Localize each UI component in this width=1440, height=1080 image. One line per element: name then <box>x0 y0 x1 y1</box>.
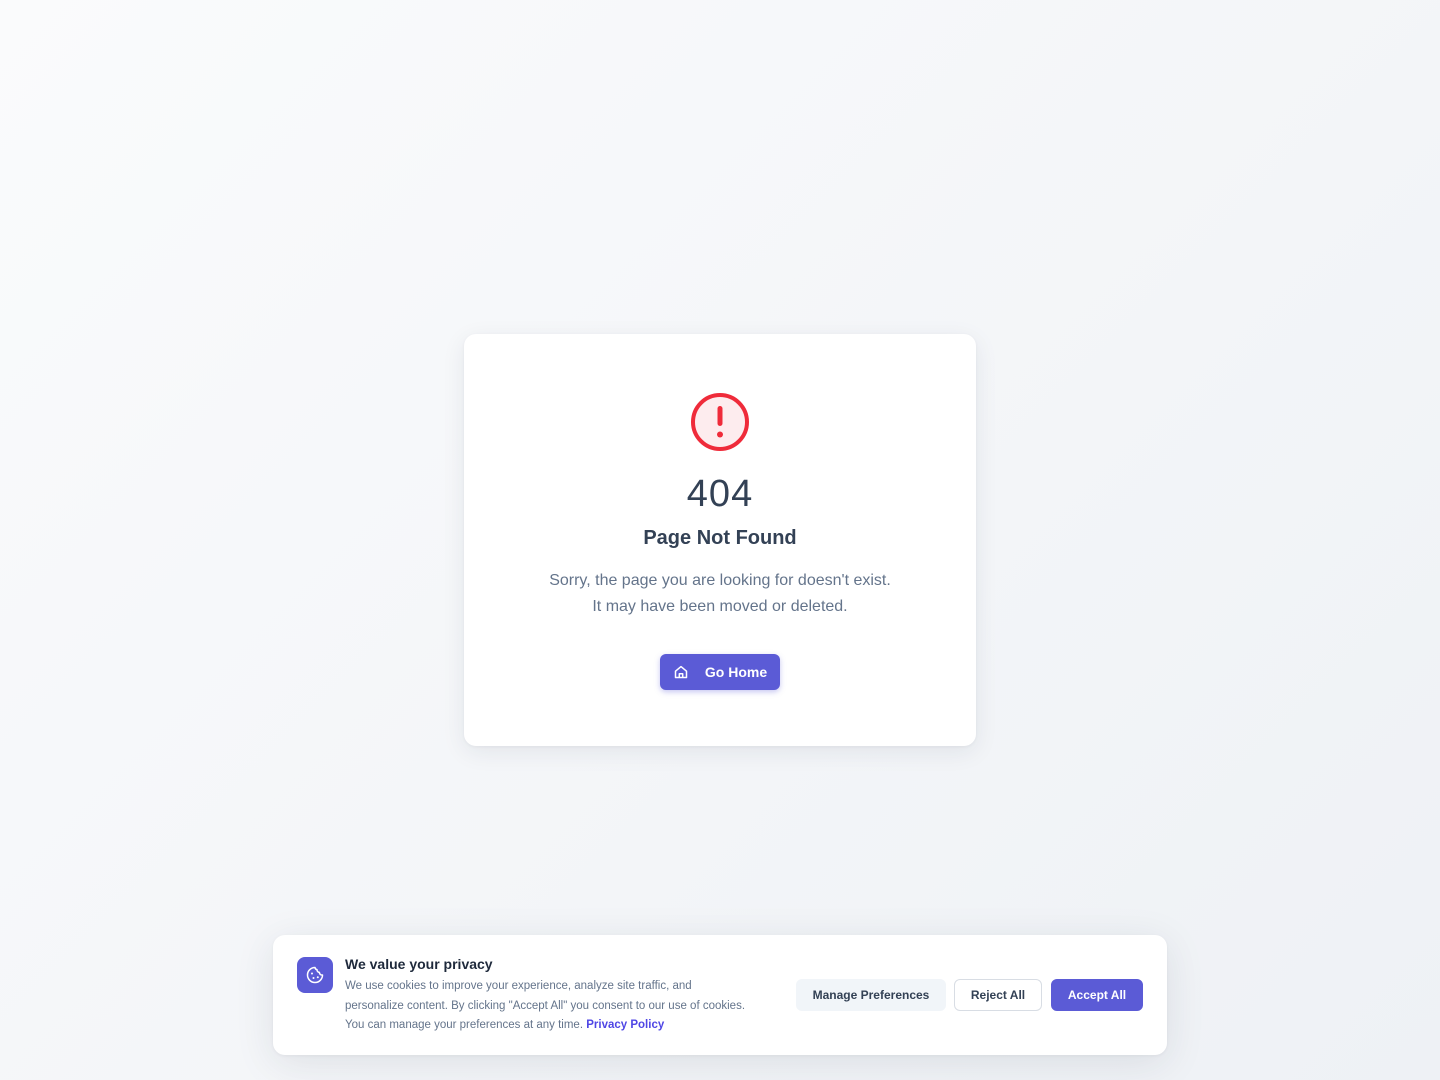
cookie-title: We value your privacy <box>345 956 493 972</box>
accept-all-button[interactable]: Accept All <box>1051 979 1143 1011</box>
go-home-button[interactable]: Go Home <box>660 654 780 690</box>
alert-circle-icon <box>691 393 749 451</box>
privacy-policy-link[interactable]: Privacy Policy <box>586 1019 664 1031</box>
page-title: Page Not Found <box>643 527 797 549</box>
reject-all-button[interactable]: Reject All <box>954 979 1042 1011</box>
error-code: 404 <box>686 473 754 515</box>
go-home-label: Go Home <box>704 664 768 680</box>
error-card: 404 Page Not Found Sorry, the page you a… <box>464 334 976 746</box>
error-message-line: It may have been moved or deleted. <box>592 598 848 615</box>
cookie-text-line: We use cookies to improve your experienc… <box>345 980 692 992</box>
cookie-icon <box>297 957 333 993</box>
error-message-line: Sorry, the page you are looking for does… <box>549 572 891 589</box>
cookie-text-line: personalize content. By clicking "Accept… <box>345 999 746 1012</box>
manage-preferences-button[interactable]: Manage Preferences <box>796 979 946 1011</box>
cookie-description: We use cookies to improve your experienc… <box>345 977 785 1036</box>
cookie-text-line-3: You can manage your preferences at any t… <box>345 1016 785 1036</box>
home-icon <box>674 665 688 679</box>
error-message: Sorry, the page you are looking for does… <box>464 568 976 620</box>
cookie-banner: We value your privacy We use cookies to … <box>273 935 1167 1055</box>
cookie-text-line: You can manage your preferences at any t… <box>345 1019 584 1031</box>
